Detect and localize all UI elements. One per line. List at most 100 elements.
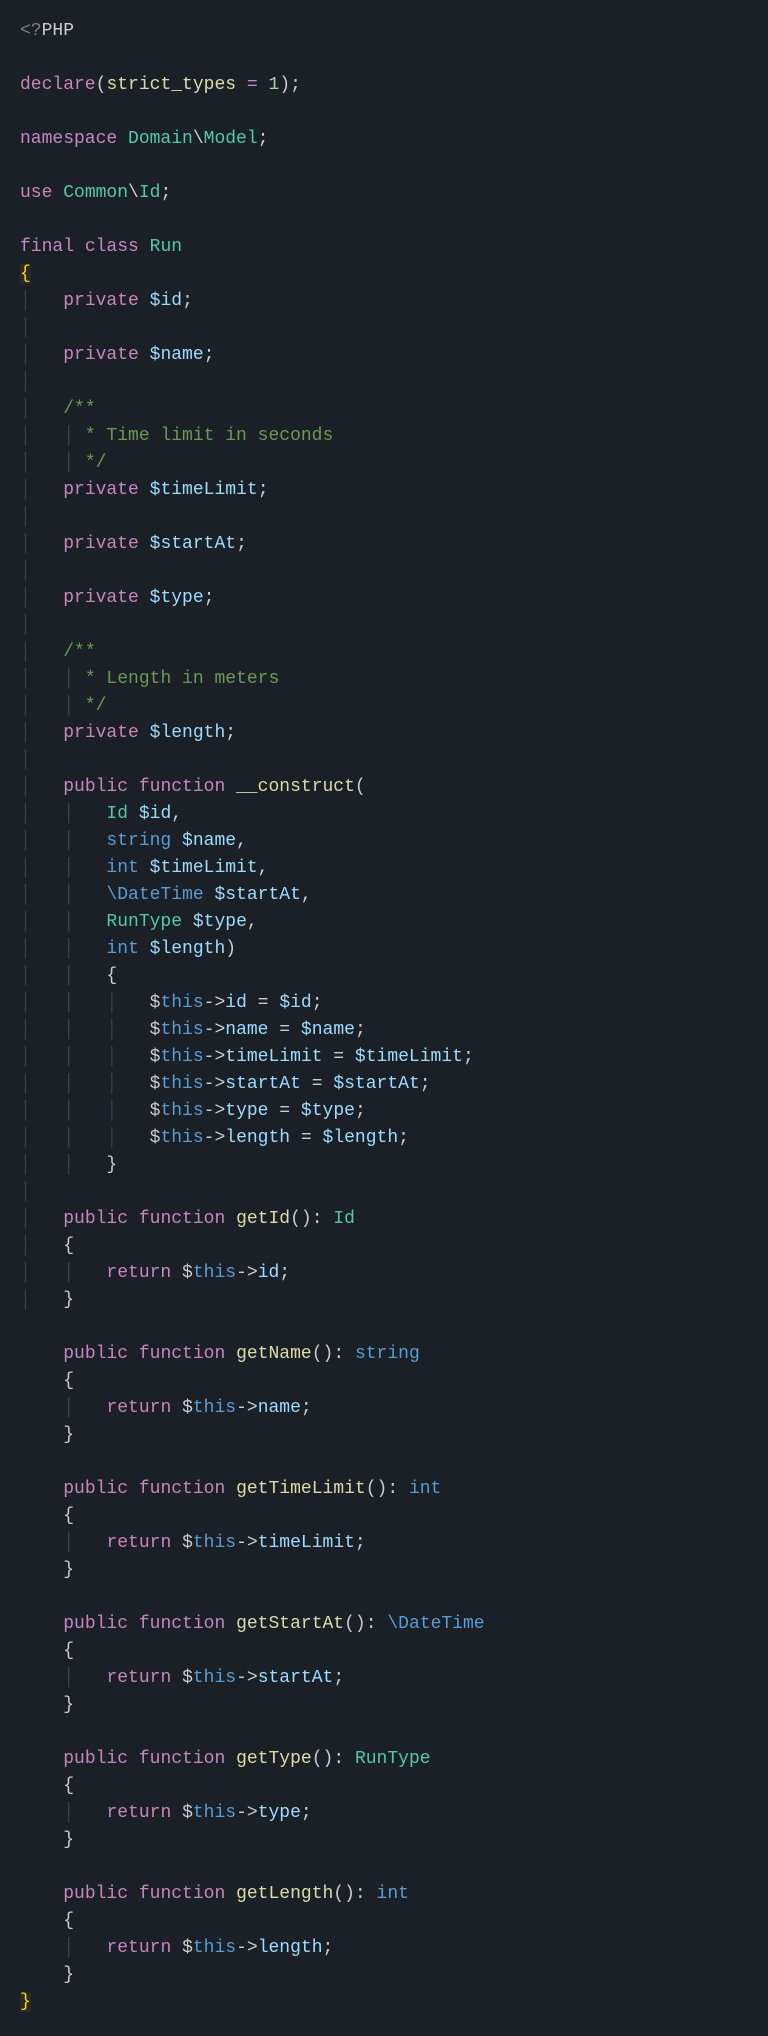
- code-line: │ return $this->type;: [20, 1803, 312, 1823]
- semi: ;: [225, 723, 236, 743]
- prop-timelimit: timeLimit: [258, 1533, 355, 1553]
- arrow: ->: [204, 1020, 226, 1040]
- arrow: ->: [236, 1938, 258, 1958]
- kw-function: function: [139, 777, 225, 797]
- this: this: [160, 1074, 203, 1094]
- code-line: final class Run: [20, 237, 182, 257]
- eq: =: [247, 75, 258, 95]
- doc-close: */: [74, 453, 106, 473]
- kw-return: return: [106, 1398, 171, 1418]
- prop-id: id: [225, 993, 247, 1013]
- this-dollar: $: [150, 1047, 161, 1067]
- kw-private: private: [63, 723, 139, 743]
- code-line: │ private $timeLimit;: [20, 480, 269, 500]
- fn-construct: __construct: [236, 777, 355, 797]
- comma: ,: [258, 858, 269, 878]
- code-editor[interactable]: <?PHP declare(strict_types = 1); namespa…: [0, 0, 768, 2036]
- ns-common: Common: [63, 183, 128, 203]
- code-line: │ │ * Time limit in seconds: [20, 426, 333, 446]
- code-line: │ {: [20, 1236, 74, 1256]
- semi: ;: [204, 588, 215, 608]
- lparen: (: [333, 1884, 344, 1904]
- code-line: public function getStartAt(): \DateTime: [20, 1614, 485, 1634]
- semi: ;: [301, 1803, 312, 1823]
- this: this: [160, 1020, 203, 1040]
- prop-startat: startAt: [225, 1074, 301, 1094]
- param-startat: $startAt: [214, 885, 300, 905]
- param-type-datetime: \DateTime: [106, 885, 203, 905]
- colon: :: [333, 1344, 344, 1364]
- ns-domain: Domain: [128, 129, 193, 149]
- ret-id: Id: [333, 1209, 355, 1229]
- php-open-tag-right: PHP: [42, 21, 74, 41]
- semi: ;: [333, 1668, 344, 1688]
- code-line: {: [20, 1371, 74, 1391]
- var-id: $id: [279, 993, 311, 1013]
- code-line: <?PHP: [20, 21, 74, 41]
- this-dollar: $: [182, 1398, 193, 1418]
- var-timelimit: $timeLimit: [150, 480, 258, 500]
- doc-close: */: [74, 696, 106, 716]
- this-dollar: $: [182, 1938, 193, 1958]
- rparen: ): [279, 75, 290, 95]
- lparen: (: [344, 1614, 355, 1634]
- code-line: │ private $length;: [20, 723, 236, 743]
- param-type-string: string: [106, 831, 171, 851]
- code-line: public function getLength(): int: [20, 1884, 409, 1904]
- code-line: │ private $startAt;: [20, 534, 247, 554]
- semi: ;: [182, 291, 193, 311]
- arrow: ->: [236, 1398, 258, 1418]
- num-one: 1: [269, 75, 280, 95]
- kw-public: public: [63, 1614, 128, 1634]
- prop-length: length: [258, 1938, 323, 1958]
- lparen: (: [96, 75, 107, 95]
- arrow: ->: [236, 1263, 258, 1283]
- kw-namespace: namespace: [20, 129, 117, 149]
- backslash: \: [193, 129, 204, 149]
- code-line: {: [20, 264, 31, 284]
- code-line: │ │ \DateTime $startAt,: [20, 885, 312, 905]
- kw-declare: declare: [20, 75, 96, 95]
- kw-private: private: [63, 345, 139, 365]
- code-line: │ return $this->length;: [20, 1938, 333, 1958]
- this-dollar: $: [182, 1533, 193, 1553]
- lbrace: {: [63, 1776, 74, 1796]
- fn-gettimelimit: getTimeLimit: [236, 1479, 366, 1499]
- lparen: (: [366, 1479, 377, 1499]
- code-line: public function getTimeLimit(): int: [20, 1479, 441, 1499]
- param-type-runtype: RunType: [106, 912, 182, 932]
- code-line: │ │ │ $this->id = $id;: [20, 993, 323, 1013]
- code-line: │ │ string $name,: [20, 831, 247, 851]
- eq: =: [312, 1074, 323, 1094]
- fn-getname: getName: [236, 1344, 312, 1364]
- code-line: declare(strict_types = 1);: [20, 75, 301, 95]
- fn-getstartat: getStartAt: [236, 1614, 344, 1634]
- doc-open: /**: [63, 642, 95, 662]
- code-line: │ public function getId(): Id: [20, 1209, 355, 1229]
- rbrace: }: [63, 1965, 74, 1985]
- var-timelimit: $timeLimit: [355, 1047, 463, 1067]
- semi: ;: [355, 1020, 366, 1040]
- semi: ;: [355, 1533, 366, 1553]
- rbrace: }: [63, 1425, 74, 1445]
- kw-use: use: [20, 183, 52, 203]
- lparen: (: [290, 1209, 301, 1229]
- cls-run: Run: [150, 237, 182, 257]
- kw-function: function: [139, 1209, 225, 1229]
- semi: ;: [204, 345, 215, 365]
- code-line: │ public function __construct(: [20, 777, 366, 797]
- class-open-brace: {: [20, 264, 31, 284]
- arrow: ->: [204, 1047, 226, 1067]
- code-line: }: [20, 1695, 74, 1715]
- colon: :: [312, 1209, 323, 1229]
- lbrace: {: [106, 966, 117, 986]
- arrow: ->: [204, 1074, 226, 1094]
- this: this: [160, 993, 203, 1013]
- code-line: │ │ int $timeLimit,: [20, 858, 268, 878]
- code-line: │ │ {: [20, 966, 117, 986]
- var-type: $type: [150, 588, 204, 608]
- code-line: namespace Domain\Model;: [20, 129, 268, 149]
- kw-return: return: [106, 1803, 171, 1823]
- rbrace: }: [63, 1290, 74, 1310]
- var-id: $id: [150, 291, 182, 311]
